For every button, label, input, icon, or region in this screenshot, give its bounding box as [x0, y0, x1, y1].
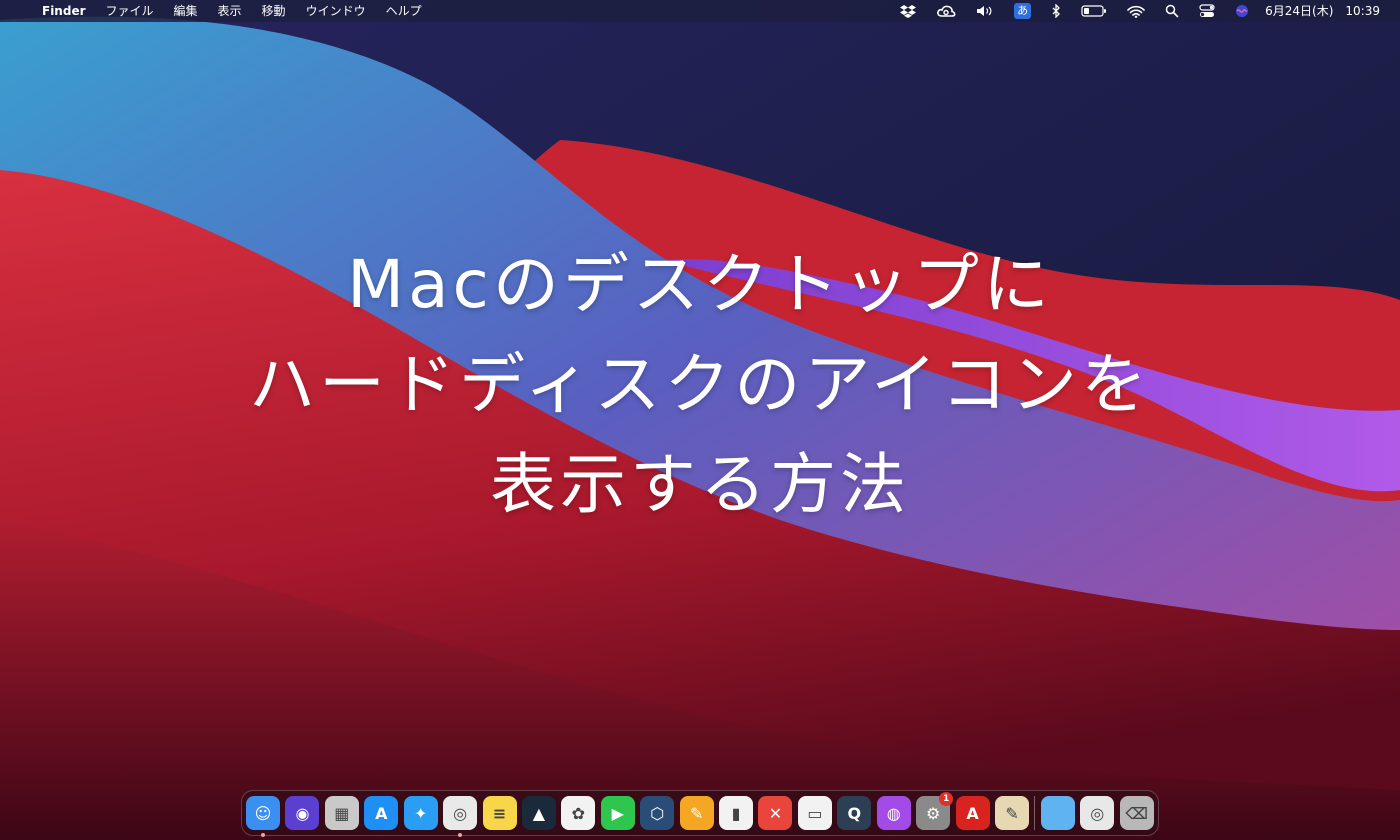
xmind-icon[interactable]: ✕ — [758, 796, 793, 830]
battery-icon[interactable] — [1071, 5, 1117, 17]
menu-go[interactable]: 移動 — [252, 0, 296, 22]
pages-glyph: ✎ — [689, 803, 704, 823]
app-store-glyph: A — [375, 803, 388, 823]
menu-edit[interactable]: 編集 — [164, 0, 208, 22]
keynote-icon[interactable]: ▭ — [797, 796, 832, 830]
transmit-glyph: ⬡ — [650, 803, 665, 823]
kindle-icon[interactable]: ▲ — [521, 796, 556, 830]
podcasts-glyph: ◍ — [886, 803, 901, 823]
xmind-glyph: ✕ — [768, 803, 783, 823]
volume-icon[interactable] — [966, 5, 1004, 17]
input-method-label: あ — [1014, 3, 1032, 19]
finder-glyph: ☺ — [254, 803, 272, 823]
photos-icon[interactable]: ✿ — [561, 796, 596, 830]
menu-bar: Finder ファイル 編集 表示 移動 ウインドウ ヘルプ あ 6月24日(木… — [0, 0, 1400, 22]
running-indicator — [261, 833, 265, 837]
launchpad-glyph: ▦ — [334, 803, 350, 823]
pages-icon[interactable]: ✎ — [679, 796, 714, 830]
facetime-icon[interactable]: ▶ — [600, 796, 635, 830]
title-line-2: ハードディスクのアイコンを — [248, 346, 1152, 423]
dock: ☺ ◉ ▦ A ✦ ◎ ≡ ▲ ✿ ▶ ⬡ ✎ ▮ ✕ ▭ Q ◍ ⚙ 1 A ✎ ◎ ⌫ — [241, 790, 1159, 837]
menu-date[interactable]: 6月24日(木) — [1259, 0, 1339, 22]
podcasts-icon[interactable]: ◍ — [876, 796, 911, 830]
chrome-glyph: ◎ — [453, 803, 468, 823]
system-preferences-icon[interactable]: ⚙ 1 — [916, 792, 954, 830]
kindle-glyph: ▲ — [532, 803, 546, 823]
launchpad-icon[interactable]: ▦ — [324, 796, 359, 830]
siri-glyph: ◉ — [295, 803, 310, 823]
title-line-3: 表示する方法 — [490, 446, 910, 523]
keynote-glyph: ▭ — [807, 803, 823, 823]
siri-menu-icon[interactable] — [1225, 4, 1259, 18]
chrome-icon[interactable]: ◎ — [443, 796, 478, 837]
menu-window[interactable]: ウインドウ — [296, 0, 376, 22]
safari-icon[interactable]: ✦ — [403, 796, 438, 830]
app-store-icon[interactable]: A — [364, 796, 399, 830]
menu-time[interactable]: 10:39 — [1339, 0, 1386, 22]
bluetooth-icon[interactable] — [1041, 4, 1071, 18]
trash-glyph: ⌫ — [1125, 803, 1149, 823]
menu-bar-status: あ 6月24日(木) 10:39 — [890, 0, 1400, 22]
textedit-glyph: ✎ — [1005, 803, 1019, 823]
control-center-icon[interactable] — [1189, 4, 1225, 18]
transmit-icon[interactable]: ⬡ — [640, 796, 675, 830]
menu-bar-left: Finder ファイル 編集 表示 移動 ウインドウ ヘルプ — [0, 0, 432, 22]
safari-glyph: ✦ — [413, 803, 428, 823]
folder-glyph — [1041, 796, 1075, 830]
quicktime-icon[interactable]: Q — [837, 796, 872, 830]
menu-file[interactable]: ファイル — [96, 0, 164, 22]
title-line-1: Macのデスクトップに — [347, 246, 1053, 323]
app-menu-finder[interactable]: Finder — [32, 0, 96, 22]
photos-glyph: ✿ — [571, 803, 586, 823]
notes-icon[interactable]: ≡ — [482, 796, 517, 830]
dropbox-icon[interactable] — [890, 4, 926, 18]
acrobat-glyph: A — [966, 803, 979, 823]
finder-icon[interactable]: ☺ — [246, 796, 280, 837]
menu-help[interactable]: ヘルプ — [376, 0, 432, 22]
numbers-glyph: ▮ — [731, 803, 741, 823]
notes-glyph: ≡ — [492, 803, 507, 823]
menu-view[interactable]: 表示 — [208, 0, 252, 22]
trash-icon[interactable]: ⌫ — [1119, 796, 1154, 830]
textedit-icon[interactable]: ✎ — [995, 796, 1030, 830]
siri-icon[interactable]: ◉ — [285, 796, 320, 830]
downloads-stack-icon[interactable]: ◎ — [1080, 796, 1115, 830]
dock-divider — [1034, 796, 1036, 830]
facetime-glyph: ▶ — [611, 803, 624, 823]
creative-cloud-icon[interactable] — [926, 5, 966, 17]
quicktime-glyph: Q — [847, 803, 862, 823]
input-method-icon[interactable]: あ — [1004, 3, 1041, 19]
overlay-title: Macのデスクトップに ハードディスクのアイコンを 表示する方法 — [0, 235, 1400, 535]
wifi-icon[interactable] — [1117, 5, 1155, 18]
downloads-stack-glyph: ◎ — [1090, 803, 1105, 823]
notification-badge: 1 — [939, 792, 954, 806]
numbers-icon[interactable]: ▮ — [719, 796, 754, 830]
spotlight-search-icon[interactable] — [1155, 4, 1189, 18]
folder-icon[interactable] — [1040, 796, 1075, 830]
acrobat-icon[interactable]: A — [955, 796, 990, 830]
